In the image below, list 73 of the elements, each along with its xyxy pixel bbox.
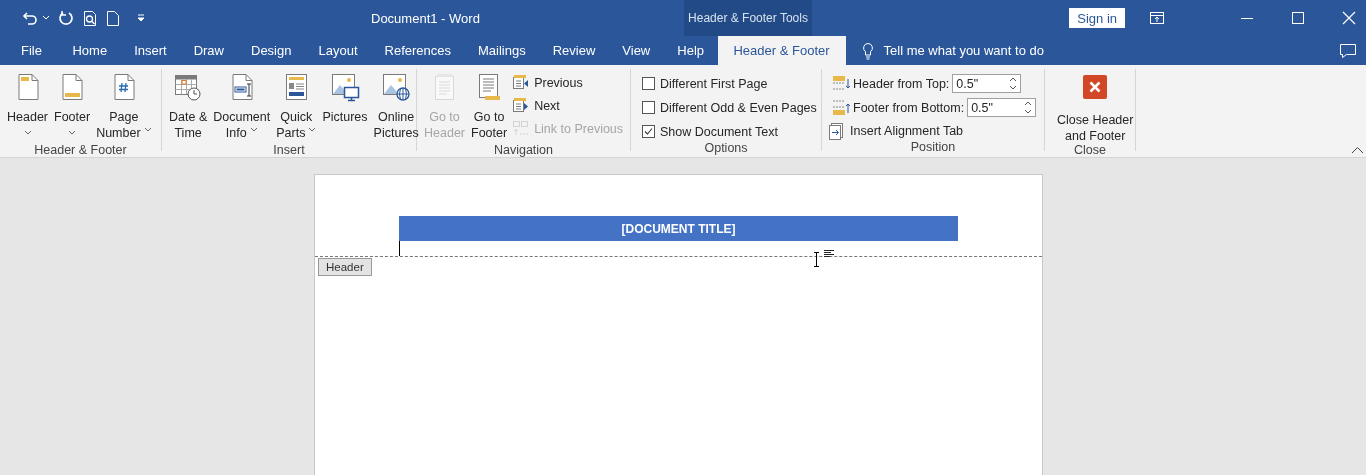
next-icon bbox=[512, 97, 531, 115]
alignment-tab-icon bbox=[828, 122, 846, 140]
spin-arrows-icon[interactable] bbox=[1023, 100, 1034, 115]
close-x-icon bbox=[1083, 75, 1108, 99]
ribbon-button[interactable]: Footer bbox=[51, 69, 94, 145]
ribbon-tab[interactable]: Layout bbox=[304, 36, 371, 65]
maximize-icon[interactable] bbox=[1291, 11, 1305, 25]
ribbon-button[interactable]: Insert Alignment Tab bbox=[826, 120, 1037, 142]
tell-me-prompt[interactable]: Tell me what you want to do bbox=[883, 43, 1044, 58]
ribbon-tab[interactable]: Header & Footer bbox=[717, 36, 846, 65]
close-header-button[interactable]: Close Header and Footer bbox=[1049, 69, 1142, 145]
ribbon-button[interactable]: Online Pictures bbox=[370, 69, 422, 145]
group-label: Navigation bbox=[492, 142, 555, 158]
ribbon-button[interactable]: Document Info bbox=[210, 69, 274, 145]
customize-icon[interactable] bbox=[136, 13, 146, 23]
checkbox[interactable] bbox=[642, 77, 655, 90]
ribbon-display-icon[interactable] bbox=[1149, 11, 1165, 25]
undo-icon[interactable] bbox=[22, 10, 38, 26]
checkbox-label: Show Document Text bbox=[660, 124, 778, 139]
ribbon-button[interactable]: Go to Footer bbox=[468, 69, 511, 145]
collapse-ribbon-icon[interactable] bbox=[1351, 146, 1364, 154]
previous-icon bbox=[512, 74, 531, 92]
number-field[interactable]: 0.5" bbox=[967, 98, 1037, 117]
group-label: Close bbox=[1073, 142, 1107, 158]
number-field[interactable]: 0.5" bbox=[952, 74, 1022, 93]
spin-arrows-icon[interactable] bbox=[1008, 76, 1019, 91]
header-tag: Header bbox=[318, 258, 372, 276]
checkbox[interactable] bbox=[642, 101, 655, 114]
ribbon-tab[interactable]: Mailings bbox=[464, 36, 540, 65]
ribbon-tab[interactable]: Help bbox=[663, 36, 718, 65]
field-label: Header from Top: bbox=[853, 76, 950, 91]
print-preview-icon[interactable] bbox=[82, 10, 98, 26]
ribbon-tab[interactable]: Insert bbox=[120, 36, 181, 65]
close-icon[interactable] bbox=[1342, 11, 1356, 25]
sign-in-button[interactable]: Sign in bbox=[1069, 8, 1125, 28]
group-label: Insert bbox=[272, 142, 306, 158]
group-label: Options bbox=[703, 140, 749, 156]
ribbon-button[interactable]: Header bbox=[4, 69, 51, 145]
ribbon-button[interactable]: Page Number bbox=[93, 69, 155, 145]
ribbon-tab[interactable]: Home bbox=[58, 36, 121, 65]
header-margin-icon bbox=[832, 74, 850, 93]
ribbon-tab[interactable]: View bbox=[608, 36, 664, 65]
ribbon-button[interactable]: Date & Time bbox=[166, 69, 211, 145]
group-label: Header & Footer bbox=[33, 142, 128, 158]
comment-icon[interactable] bbox=[1339, 42, 1357, 59]
check-icon bbox=[644, 127, 653, 136]
footer-margin-icon bbox=[832, 98, 850, 117]
ribbon-tab[interactable]: Review bbox=[539, 36, 609, 65]
checkbox[interactable] bbox=[642, 125, 655, 138]
text-cursor bbox=[399, 241, 400, 256]
caret-icon[interactable] bbox=[42, 15, 50, 21]
document-title-banner[interactable]: [DOCUMENT TITLE] bbox=[399, 216, 958, 241]
ribbon-tab[interactable]: File bbox=[4, 36, 59, 65]
i-beam-cursor-icon bbox=[813, 252, 820, 267]
ribbon-tab[interactable]: Design bbox=[237, 36, 305, 65]
link-icon bbox=[512, 120, 531, 138]
lightbulb-icon bbox=[861, 41, 874, 60]
window-title: Document1 - Word bbox=[371, 10, 481, 26]
ribbon-button[interactable]: Pictures bbox=[319, 69, 371, 145]
ribbon-tab[interactable]: Draw bbox=[180, 36, 238, 65]
context-label: Header & Footer Tools bbox=[684, 0, 812, 36]
ribbon-tab[interactable]: References bbox=[371, 36, 465, 65]
align-left-icon bbox=[824, 250, 834, 257]
field-label: Footer from Bottom: bbox=[853, 100, 965, 115]
new-document-icon[interactable] bbox=[106, 10, 120, 26]
group-label: Position bbox=[909, 139, 957, 155]
checkbox-label: Different First Page bbox=[660, 76, 768, 91]
ribbon-button[interactable]: Quick Parts bbox=[273, 69, 320, 145]
online-pictures-icon bbox=[380, 71, 413, 103]
checkbox-label: Different Odd & Even Pages bbox=[660, 100, 817, 115]
redo-icon[interactable] bbox=[58, 10, 74, 26]
ribbon-button[interactable]: Next bbox=[510, 95, 626, 117]
ribbon-button[interactable]: Previous bbox=[510, 72, 626, 94]
